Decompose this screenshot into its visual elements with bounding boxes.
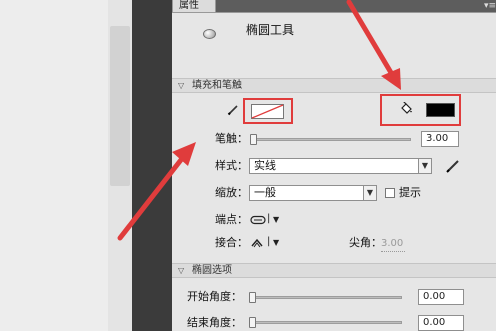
section-title: 填充和笔触	[192, 80, 242, 91]
scrollbar-thumb[interactable]	[110, 26, 130, 186]
cap-dropdown-icon[interactable]: ▼	[273, 214, 279, 226]
collapse-arrow-icon[interactable]: ▽	[178, 82, 186, 90]
chevron-down-icon[interactable]: ▼	[363, 185, 377, 201]
miter-underline	[381, 251, 405, 252]
style-select[interactable]: 实线	[249, 158, 419, 174]
stroke-width-slider[interactable]	[251, 138, 411, 141]
stroke-width-slider-thumb[interactable]	[250, 134, 257, 145]
collapse-arrow-icon[interactable]: ▽	[178, 267, 186, 275]
stage-area	[0, 0, 108, 331]
panel-divider	[132, 0, 172, 331]
miter-value: 3.00	[381, 238, 404, 249]
pencil-edit-icon[interactable]	[446, 159, 460, 173]
end-angle-slider-thumb[interactable]	[249, 317, 256, 328]
start-angle-slider[interactable]	[250, 296, 402, 299]
start-angle-slider-thumb[interactable]	[249, 292, 256, 303]
end-angle-slider[interactable]	[250, 321, 402, 324]
stroke-width-field[interactable]: 3.00	[421, 131, 459, 147]
section-header-fill-stroke[interactable]: ▽ 填充和笔触	[172, 78, 496, 93]
cap-separator: |	[267, 213, 271, 224]
scale-label: 缩放：	[215, 186, 248, 199]
stroke-width-label: 笔触：	[215, 132, 248, 145]
miter-label: 尖角：	[349, 236, 382, 249]
tool-name: 椭圆工具	[246, 23, 295, 37]
join-dropdown-icon[interactable]: ▼	[273, 237, 279, 249]
stroke-color-swatch[interactable]	[251, 104, 284, 119]
tab-properties[interactable]: 属性	[172, 0, 216, 13]
join-label: 接合：	[215, 236, 248, 249]
paint-bucket-icon	[401, 102, 412, 114]
fill-color-swatch[interactable]	[426, 103, 455, 117]
style-label: 样式：	[215, 159, 248, 172]
hint-checkbox[interactable]	[385, 188, 395, 198]
chevron-down-icon[interactable]: ▼	[418, 158, 432, 174]
cap-label: 端点：	[215, 213, 248, 226]
start-angle-field[interactable]: 0.00	[418, 289, 464, 305]
hint-label: 提示	[399, 186, 421, 199]
ellipse-icon	[203, 29, 216, 39]
scale-select[interactable]: 一般	[249, 185, 364, 201]
end-angle-field[interactable]: 0.00	[418, 315, 464, 331]
section-title: 椭圆选项	[192, 265, 232, 276]
join-separator: |	[267, 236, 271, 247]
end-angle-label: 结束角度：	[187, 316, 242, 329]
section-header-ellipse-options[interactable]: ▽ 椭圆选项	[172, 263, 496, 278]
panel-menu-icon[interactable]: ▾≡	[484, 1, 496, 11]
start-angle-label: 开始角度：	[187, 290, 242, 303]
cap-round-icon[interactable]	[249, 215, 267, 225]
join-round-icon[interactable]	[249, 237, 265, 249]
pencil-icon	[227, 105, 238, 116]
panel-tab-strip	[216, 0, 496, 13]
